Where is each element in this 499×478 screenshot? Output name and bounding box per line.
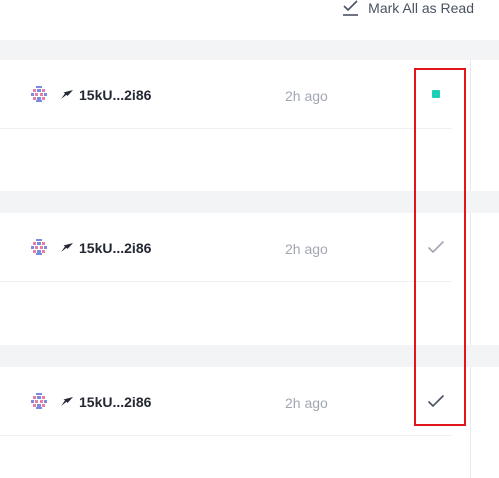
notification-time: 2h ago (285, 241, 328, 257)
unread-indicator[interactable] (425, 85, 447, 103)
identicon-avatar-icon (31, 239, 47, 255)
notification-row[interactable]: 15kU...2i86 2h ago (0, 213, 452, 282)
notification-card: 15kU...2i86 2h ago (0, 367, 471, 478)
mark-all-read-label: Mark All as Read (368, 0, 474, 16)
notification-detail (0, 128, 470, 191)
list-separator (0, 191, 499, 213)
notification-detail (0, 281, 470, 345)
send-icon (61, 243, 73, 252)
check-underline-icon (343, 0, 359, 16)
list-separator (0, 345, 499, 367)
check-icon (427, 394, 445, 408)
notification-time: 2h ago (285, 88, 328, 104)
sender-address: 15kU...2i86 (79, 240, 152, 256)
notification-row[interactable]: 15kU...2i86 2h ago (0, 367, 452, 436)
notification-time: 2h ago (285, 395, 328, 411)
send-icon (61, 397, 73, 406)
sender-address: 15kU...2i86 (79, 87, 152, 103)
notification-detail (0, 435, 470, 478)
notifications-header: Mark All as Read (0, 0, 499, 40)
send-icon (61, 90, 73, 99)
check-icon (427, 240, 445, 254)
read-indicator[interactable] (425, 238, 447, 256)
mark-all-read-button[interactable]: Mark All as Read (342, 0, 474, 16)
sender-address: 15kU...2i86 (79, 394, 152, 410)
identicon-avatar-icon (31, 393, 47, 409)
notification-card: 15kU...2i86 2h ago (0, 60, 471, 191)
notification-row[interactable]: 15kU...2i86 2h ago (0, 60, 452, 129)
unread-dot-icon (432, 90, 440, 98)
list-separator (0, 40, 499, 60)
read-indicator[interactable] (425, 392, 447, 410)
notification-card: 15kU...2i86 2h ago (0, 213, 471, 345)
identicon-avatar-icon (31, 86, 47, 102)
